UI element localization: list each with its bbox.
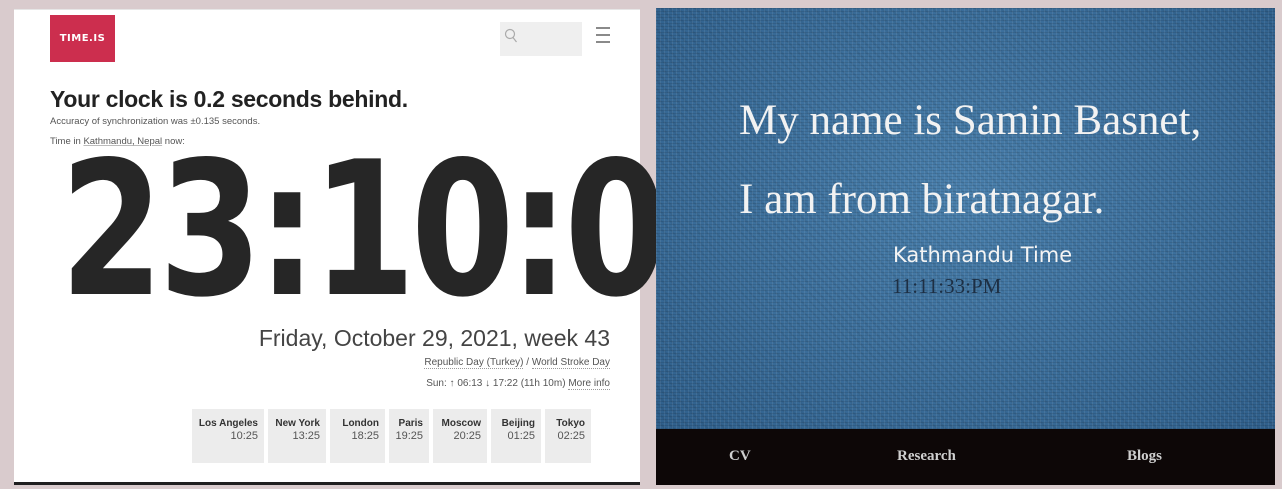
city-tile[interactable]: New York 13:25 (268, 409, 326, 463)
nav-link-blogs[interactable]: Blogs (1127, 448, 1162, 465)
holiday-separator: / (523, 357, 532, 368)
city-tile[interactable]: Moscow 20:25 (433, 409, 487, 463)
city-time: 10:25 (230, 430, 258, 442)
hamburger-menu-icon[interactable] (596, 27, 610, 47)
nav-link-cv[interactable]: CV (729, 448, 751, 465)
city-time: 02:25 (557, 430, 585, 442)
city-tile[interactable]: Los Angeles 10:25 (192, 409, 264, 463)
footer-nav: CV Research Blogs (656, 429, 1275, 485)
holiday-link-1[interactable]: Republic Day (Turkey) (424, 357, 524, 369)
holiday-link-2[interactable]: World Stroke Day (531, 357, 610, 369)
nav-link-research[interactable]: Research (897, 448, 956, 465)
big-clock: 23:10:08 (60, 121, 767, 338)
sunrise-sunset-text: Sun: ↑ 06:13 ↓ 17:22 (11h 10m) (426, 378, 569, 389)
timezone-clock: 11:11:33:PM (892, 274, 1002, 298)
personal-site-panel: My name is Samin Basnet, I am from birat… (656, 8, 1275, 485)
city-name: Los Angeles (198, 418, 258, 429)
city-tile[interactable]: London 18:25 (330, 409, 385, 463)
search-input[interactable] (500, 22, 582, 56)
timeis-logo[interactable]: TIME.IS (50, 15, 115, 62)
city-time: 18:25 (351, 430, 379, 442)
city-tile[interactable]: Beijing 01:25 (491, 409, 541, 463)
city-time: 13:25 (292, 430, 320, 442)
world-clock-cities: Los Angeles 10:25 New York 13:25 London … (192, 409, 591, 463)
holidays-line: Republic Day (Turkey) / World Stroke Day (424, 357, 610, 369)
city-name: Tokyo (556, 418, 585, 429)
city-tile[interactable]: Tokyo 02:25 (545, 409, 591, 463)
search-icon (504, 28, 517, 43)
more-info-link[interactable]: More info (568, 378, 610, 390)
clock-offset-headline: Your clock is 0.2 seconds behind. (50, 86, 408, 112)
city-name: Paris (398, 418, 423, 429)
city-time: 20:25 (453, 430, 481, 442)
city-tile[interactable]: Paris 19:25 (389, 409, 429, 463)
denim-background: My name is Samin Basnet, I am from birat… (656, 8, 1275, 429)
sun-times: Sun: ↑ 06:13 ↓ 17:22 (11h 10m) More info (426, 378, 610, 390)
intro-line-2: I am from biratnagar. (739, 176, 1105, 223)
intro-line-1: My name is Samin Basnet, (739, 97, 1202, 144)
bottom-divider (14, 482, 640, 485)
timezone-title: Kathmandu Time (893, 243, 1073, 267)
date-line: Friday, October 29, 2021, week 43 (258, 325, 610, 351)
city-time: 01:25 (507, 430, 535, 442)
timeis-panel: TIME.IS Your clock is 0.2 seconds behind… (14, 9, 767, 485)
city-name: New York (275, 418, 320, 429)
city-name: Moscow (441, 418, 481, 429)
city-name: London (342, 418, 379, 429)
city-name: Beijing (501, 418, 535, 429)
city-time: 19:25 (395, 430, 423, 442)
